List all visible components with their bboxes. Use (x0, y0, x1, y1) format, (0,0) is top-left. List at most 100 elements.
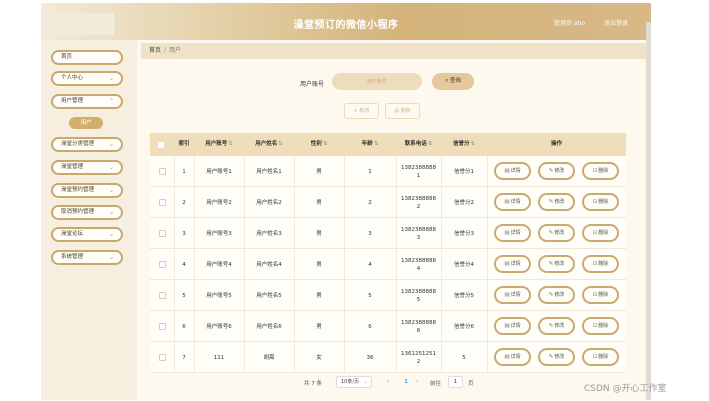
detail-button[interactable]: ▤详情 (494, 286, 531, 304)
cell-phone: 1361251251 2 (401, 350, 436, 365)
sidebar-item-cancel-booking[interactable]: 取消预约管理 ⌄ (51, 205, 123, 220)
goto-page-input[interactable]: 1 (448, 376, 463, 388)
column-header-account[interactable]: 用户账号⇅ (194, 133, 244, 156)
sidebar-item-personal-center[interactable]: 个人中心 ⌄ (51, 71, 123, 86)
search-button[interactable]: ⌕ 查询 (432, 73, 474, 90)
cell-gender: 男 (316, 261, 322, 268)
chevron-down-icon: ⌄ (363, 379, 368, 385)
column-divider (244, 342, 245, 373)
pagination-total: 共 7 条 (304, 381, 322, 387)
breadcrumb-home[interactable]: 首页 (149, 47, 161, 54)
column-divider (244, 280, 245, 311)
logout-link[interactable]: 退出登录 (604, 18, 628, 27)
edit-button[interactable]: ✎修改 (538, 286, 575, 304)
cell-account: 用户账号3 (206, 230, 232, 237)
column-header-name[interactable]: 用户姓名⇅ (244, 133, 294, 156)
sidebar-item-bath-category[interactable]: 澡堂分类管理 ⌄ (51, 137, 123, 152)
trash-icon: ⊡ (592, 323, 598, 329)
search-input[interactable] (332, 73, 422, 90)
vertical-scrollbar[interactable] (646, 22, 651, 400)
column-divider (441, 249, 442, 280)
cell-index: 7 (182, 354, 186, 361)
cell-gender: 女 (316, 354, 322, 361)
row-select-cell (150, 187, 174, 218)
sidebar-item-booking[interactable]: 澡堂预约管理 ⌄ (51, 183, 123, 198)
sidebar-item-user-management[interactable]: 用户管理 ⌃ (51, 94, 123, 109)
detail-button[interactable]: ▤详情 (494, 193, 531, 211)
prev-page-button[interactable]: ‹ (384, 376, 392, 388)
batch-delete-button[interactable]: ▤ 删除 (385, 103, 420, 119)
detail-button[interactable]: ▤详情 (494, 317, 531, 335)
delete-button[interactable]: ⊡删除 (582, 162, 619, 180)
cell-index: 3 (182, 230, 186, 237)
row-select-cell (150, 218, 174, 249)
delete-button[interactable]: ⊡删除 (582, 286, 619, 304)
detail-button[interactable]: ▤详情 (494, 162, 531, 180)
column-divider (174, 218, 175, 249)
edit-icon: ✎ (548, 354, 554, 360)
column-divider (441, 187, 442, 218)
column-divider (294, 156, 295, 187)
column-header-credit[interactable]: 信誉分⇅ (441, 133, 487, 156)
column-divider (194, 342, 195, 373)
column-divider (396, 280, 397, 311)
edit-icon: ✎ (548, 230, 554, 236)
delete-button[interactable]: ⊡删除 (582, 193, 619, 211)
edit-button[interactable]: ✎修改 (538, 193, 575, 211)
delete-button[interactable]: ⊡删除 (582, 348, 619, 366)
edit-button[interactable]: ✎修改 (538, 162, 575, 180)
column-divider (396, 342, 397, 373)
column-header-age[interactable]: 年龄⇅ (344, 133, 396, 156)
cell-credit: 信誉分2 (454, 199, 474, 206)
row-checkbox[interactable] (158, 323, 166, 330)
row-checkbox[interactable] (158, 261, 166, 268)
cell-gender: 男 (316, 323, 322, 330)
edit-button[interactable]: ✎修改 (538, 317, 575, 335)
row-checkbox[interactable] (158, 168, 166, 175)
row-checkbox[interactable] (158, 199, 166, 206)
detail-button[interactable]: ▤详情 (494, 255, 531, 273)
column-divider (174, 187, 175, 218)
cell-gender: 男 (316, 199, 322, 206)
page-number-current[interactable]: 1 (401, 376, 411, 388)
edit-button[interactable]: ✎修改 (538, 255, 575, 273)
row-checkbox[interactable] (158, 292, 166, 299)
table-header: 索引 用户账号⇅ 用户姓名⇅ 性别⇅ 年龄⇅ 联系电话⇅ 信誉分⇅ 操作 (150, 133, 626, 156)
trash-icon: ▤ (394, 108, 400, 114)
column-header-gender[interactable]: 性别⇅ (294, 133, 344, 156)
column-divider (441, 280, 442, 311)
row-checkbox[interactable] (158, 354, 166, 361)
column-header-operations: 操作 (550, 141, 562, 147)
delete-button[interactable]: ⊡删除 (582, 224, 619, 242)
cell-account: 用户账号6 (206, 323, 232, 330)
row-checkbox[interactable] (158, 230, 166, 237)
detail-icon: ▤ (504, 199, 510, 205)
top-header: 澡堂预订的微信小程序 管理员 abo 退出登录 (41, 3, 651, 40)
sidebar-item-forum[interactable]: 澡堂论坛 ⌄ (51, 227, 123, 242)
column-divider (396, 311, 397, 342)
edit-button[interactable]: ✎修改 (538, 224, 575, 242)
add-button[interactable]: + 新增 (344, 103, 379, 119)
column-divider (244, 249, 245, 280)
delete-button[interactable]: ⊡删除 (582, 255, 619, 273)
cell-account: 用户账号5 (206, 292, 232, 299)
detail-button[interactable]: ▤详情 (494, 224, 531, 242)
sidebar-item-system[interactable]: 系统管理 ⌄ (51, 250, 123, 265)
sidebar-item-bath-management[interactable]: 澡堂管理 ⌄ (51, 160, 123, 175)
cell-name: 用户姓名4 (256, 261, 282, 268)
sidebar-subitem-user[interactable]: 用户 (69, 117, 103, 129)
detail-button[interactable]: ▤详情 (494, 348, 531, 366)
cell-credit: 信誉分4 (454, 261, 474, 268)
column-divider (174, 249, 175, 280)
edit-icon: ✎ (548, 168, 554, 174)
next-page-button[interactable]: › (413, 376, 421, 388)
trash-icon: ⊡ (592, 354, 598, 360)
delete-button[interactable]: ⊡删除 (582, 317, 619, 335)
column-divider (174, 311, 175, 342)
column-header-phone[interactable]: 联系电话⇅ (396, 133, 441, 156)
sidebar-item-home[interactable]: 首页 (51, 50, 123, 65)
edit-button[interactable]: ✎修改 (538, 348, 575, 366)
sort-icon: ⇅ (278, 141, 283, 147)
page-size-select[interactable]: 10条/页 ⌄ (336, 376, 372, 388)
select-all-checkbox[interactable] (158, 142, 164, 148)
